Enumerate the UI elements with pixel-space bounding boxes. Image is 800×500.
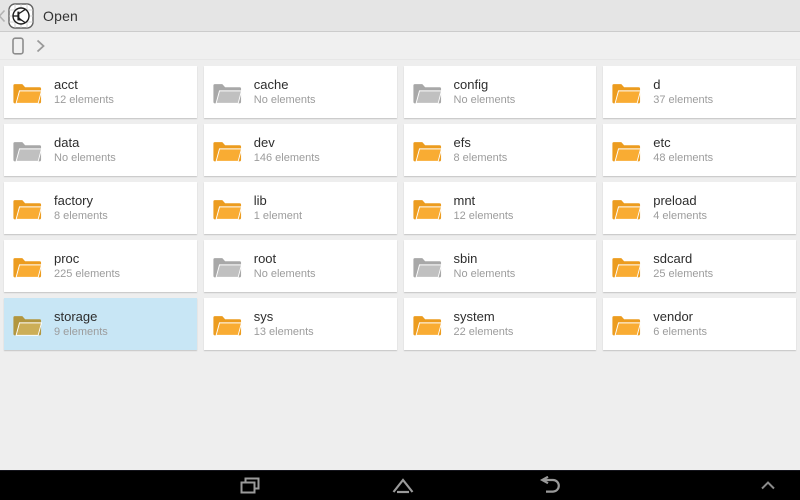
app-logo-icon[interactable]	[8, 2, 34, 29]
recent-apps-button[interactable]	[239, 476, 261, 496]
folder-card-vendor[interactable]: vendor 6 elements	[603, 298, 796, 350]
folder-name: preload	[653, 192, 697, 208]
back-caret-icon[interactable]	[0, 9, 6, 23]
folder-icon	[213, 258, 242, 278]
folder-icon	[213, 316, 242, 336]
folder-grid: acct 12 elements cache No elements confi…	[0, 60, 800, 470]
folder-name: cache	[253, 76, 289, 92]
folder-card-d[interactable]: d 37 elements	[603, 66, 796, 118]
folder-icon	[412, 258, 442, 278]
folder-count: No elements	[453, 268, 516, 281]
folder-name: system	[453, 308, 495, 324]
folder-name: dev	[253, 134, 275, 150]
folder-icon	[13, 84, 42, 104]
folder-count: 13 elements	[253, 326, 314, 339]
folder-card-config[interactable]: config No elements	[403, 66, 597, 118]
folder-name: root	[253, 250, 277, 266]
folder-icon	[13, 316, 42, 336]
folder-name: sdcard	[653, 250, 693, 266]
folder-icon	[412, 142, 442, 162]
folder-count: No elements	[253, 268, 316, 281]
folder-icon	[412, 200, 442, 220]
folder-name: proc	[54, 250, 80, 266]
folder-count: 9 elements	[54, 326, 108, 339]
folder-name: mnt	[453, 192, 476, 208]
folder-card-proc[interactable]: proc 225 elements	[4, 240, 197, 292]
folder-name: sys	[253, 308, 274, 324]
folder-name: sbin	[453, 250, 478, 266]
folder-card-acct[interactable]: acct 12 elements	[4, 66, 197, 118]
folder-card-efs[interactable]: efs 8 elements	[403, 124, 597, 176]
folder-card-data[interactable]: data No elements	[4, 124, 197, 176]
folder-icon	[612, 200, 642, 220]
folder-count: 37 elements	[653, 94, 714, 107]
folder-icon	[412, 84, 442, 104]
folder-count: 12 elements	[54, 94, 114, 107]
folder-name: factory	[54, 192, 94, 208]
android-nav-bar	[0, 470, 800, 500]
page-title: Open	[43, 7, 79, 24]
folder-name: config	[453, 76, 489, 92]
folder-card-lib[interactable]: lib 1 element	[203, 182, 397, 234]
folder-name: d	[653, 76, 661, 92]
folder-icon	[612, 142, 642, 162]
folder-count: No elements	[253, 94, 316, 107]
folder-card-dev[interactable]: dev 146 elements	[203, 124, 397, 176]
folder-name: acct	[54, 76, 78, 92]
folder-count: 48 elements	[653, 152, 714, 165]
folder-icon	[13, 258, 42, 278]
home-button[interactable]	[391, 476, 415, 495]
folder-name: data	[54, 134, 80, 150]
folder-icon	[213, 200, 242, 220]
folder-count: 225 elements	[54, 268, 121, 281]
folder-card-sdcard[interactable]: sdcard 25 elements	[603, 240, 796, 292]
folder-count: 1 element	[253, 210, 303, 223]
chevron-right-icon	[35, 39, 46, 53]
breadcrumb-bar	[0, 32, 800, 60]
folder-count: 8 elements	[54, 210, 108, 223]
folder-count: 8 elements	[453, 152, 508, 165]
folder-card-mnt[interactable]: mnt 12 elements	[403, 182, 597, 234]
folder-icon	[612, 258, 642, 278]
folder-icon	[612, 84, 642, 104]
folder-card-factory[interactable]: factory 8 elements	[4, 182, 197, 234]
folder-name: vendor	[653, 308, 693, 324]
file-picker-screen: Open acct 12 elements cache No elements	[0, 0, 800, 500]
folder-card-etc[interactable]: etc 48 elements	[603, 124, 796, 176]
folder-icon	[213, 84, 242, 104]
folder-name: lib	[253, 192, 267, 208]
folder-count: No elements	[54, 152, 116, 165]
folder-card-root[interactable]: root No elements	[203, 240, 397, 292]
folder-count: No elements	[453, 94, 516, 107]
folder-count: 146 elements	[253, 152, 320, 165]
folder-card-sys[interactable]: sys 13 elements	[203, 298, 397, 350]
folder-name: efs	[453, 134, 471, 150]
folder-card-system[interactable]: system 22 elements	[403, 298, 597, 350]
folder-card-cache[interactable]: cache No elements	[203, 66, 397, 118]
folder-card-preload[interactable]: preload 4 elements	[603, 182, 796, 234]
folder-count: 22 elements	[453, 326, 514, 339]
folder-icon	[612, 316, 642, 336]
hide-navbar-caret-icon[interactable]	[760, 481, 776, 490]
folder-count: 6 elements	[653, 326, 708, 339]
folder-icon	[13, 142, 42, 162]
device-icon[interactable]	[12, 36, 24, 55]
folder-card-sbin[interactable]: sbin No elements	[403, 240, 597, 292]
folder-icon	[412, 316, 442, 336]
folder-card-storage[interactable]: storage 9 elements	[4, 298, 197, 350]
folder-count: 12 elements	[453, 210, 514, 223]
folder-icon	[13, 200, 42, 220]
folder-icon	[213, 142, 242, 162]
folder-count: 4 elements	[653, 210, 708, 223]
action-bar: Open	[0, 0, 800, 32]
folder-name: storage	[54, 308, 98, 324]
back-button[interactable]	[538, 476, 564, 495]
folder-count: 25 elements	[653, 268, 714, 281]
folder-name: etc	[653, 134, 671, 150]
